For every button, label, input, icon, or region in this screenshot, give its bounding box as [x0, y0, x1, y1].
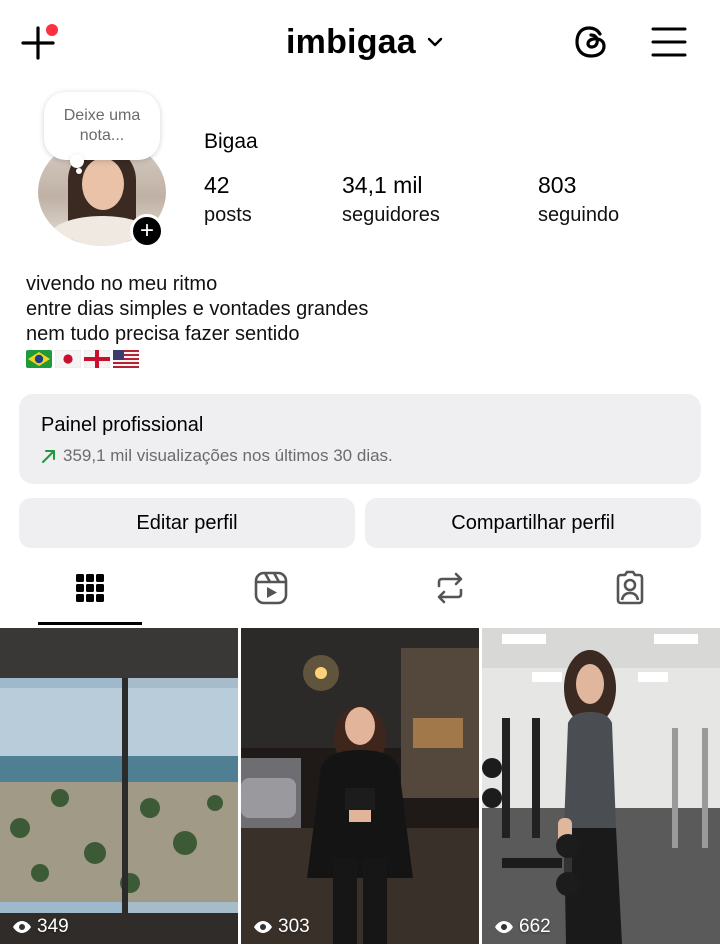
note-bubble[interactable]: Deixe uma nota...	[44, 92, 160, 160]
account-switcher[interactable]: imbigaa	[286, 22, 444, 62]
add-story-button[interactable]: +	[130, 214, 164, 248]
view-count-value: 349	[37, 916, 69, 937]
eye-icon	[495, 921, 513, 933]
bio-flags	[26, 350, 139, 368]
tab-reposts[interactable]	[395, 560, 505, 616]
threads-icon	[575, 26, 606, 58]
england-flag-icon	[84, 350, 110, 368]
chevron-down-icon	[427, 37, 443, 47]
tab-reels[interactable]	[216, 560, 326, 616]
share-profile-button[interactable]: Compartilhar perfil	[365, 498, 701, 548]
note-placeholder: Deixe uma nota...	[63, 107, 141, 144]
eye-icon	[254, 921, 272, 933]
reposts-icon	[437, 572, 463, 604]
post-image-street	[241, 628, 479, 944]
post-thumbnail[interactable]: 349	[0, 628, 238, 944]
professional-dashboard-title: Painel profissional	[41, 414, 204, 436]
japan-flag-icon	[55, 350, 81, 368]
followers-stat[interactable]: 34,1 mil seguidores	[342, 170, 440, 230]
posts-stat[interactable]: 42 posts	[204, 170, 252, 230]
tab-posts-grid[interactable]	[35, 560, 145, 616]
post-image-gym	[482, 628, 720, 944]
professional-dashboard[interactable]: Painel profissional 359,1 mil visualizaç…	[19, 394, 701, 484]
brazil-flag-icon	[26, 350, 52, 368]
post-thumbnail[interactable]: 662	[482, 628, 720, 944]
view-count: 303	[253, 916, 310, 938]
reels-icon	[254, 571, 288, 605]
post-image-beach	[0, 628, 238, 944]
professional-dashboard-stats: 359,1 mil visualizações nos últimos 30 d…	[41, 446, 393, 466]
eye-icon	[13, 921, 31, 933]
view-count: 349	[12, 916, 69, 938]
usa-flag-icon	[113, 350, 139, 368]
profile-tabs	[0, 560, 720, 626]
followers-label: seguidores	[342, 204, 440, 226]
threads-button[interactable]	[572, 22, 612, 62]
view-count-value: 662	[519, 916, 551, 937]
display-name: Bigaa	[204, 130, 258, 153]
username: imbigaa	[286, 22, 416, 61]
posts-grid: 349 303 662	[0, 628, 720, 952]
following-stat[interactable]: 803 seguindo	[538, 170, 619, 230]
bio-line: nem tudo precisa fazer sentido	[26, 323, 300, 345]
bio-line: vivendo no meu ritmo	[26, 273, 218, 295]
following-count: 803	[538, 172, 577, 198]
tab-tagged[interactable]	[575, 560, 685, 616]
notification-dot	[46, 24, 58, 36]
post-thumbnail[interactable]: 303	[241, 628, 479, 944]
trend-up-arrow-icon	[42, 450, 55, 463]
active-tab-indicator	[38, 622, 142, 625]
posts-label: posts	[204, 204, 252, 226]
hamburger-menu-icon	[651, 27, 687, 57]
professional-dashboard-subtitle: 359,1 mil visualizações nos últimos 30 d…	[63, 446, 393, 465]
posts-count: 42	[204, 172, 230, 198]
bio-line: entre dias simples e vontades grandes	[26, 298, 369, 320]
bio: vivendo no meu ritmo entre dias simples …	[26, 272, 368, 347]
top-bar: imbigaa	[0, 0, 720, 86]
create-button[interactable]	[20, 24, 60, 64]
edit-profile-button[interactable]: Editar perfil	[19, 498, 355, 548]
grid-icon	[76, 574, 104, 602]
note-bubble-tail-small	[76, 168, 82, 174]
note-bubble-tail	[70, 154, 84, 168]
view-count-value: 303	[278, 916, 310, 937]
view-count: 662	[494, 916, 551, 938]
menu-button[interactable]	[650, 24, 688, 60]
following-label: seguindo	[538, 204, 620, 226]
tagged-icon	[616, 570, 644, 605]
followers-count: 34,1 mil	[342, 172, 423, 198]
